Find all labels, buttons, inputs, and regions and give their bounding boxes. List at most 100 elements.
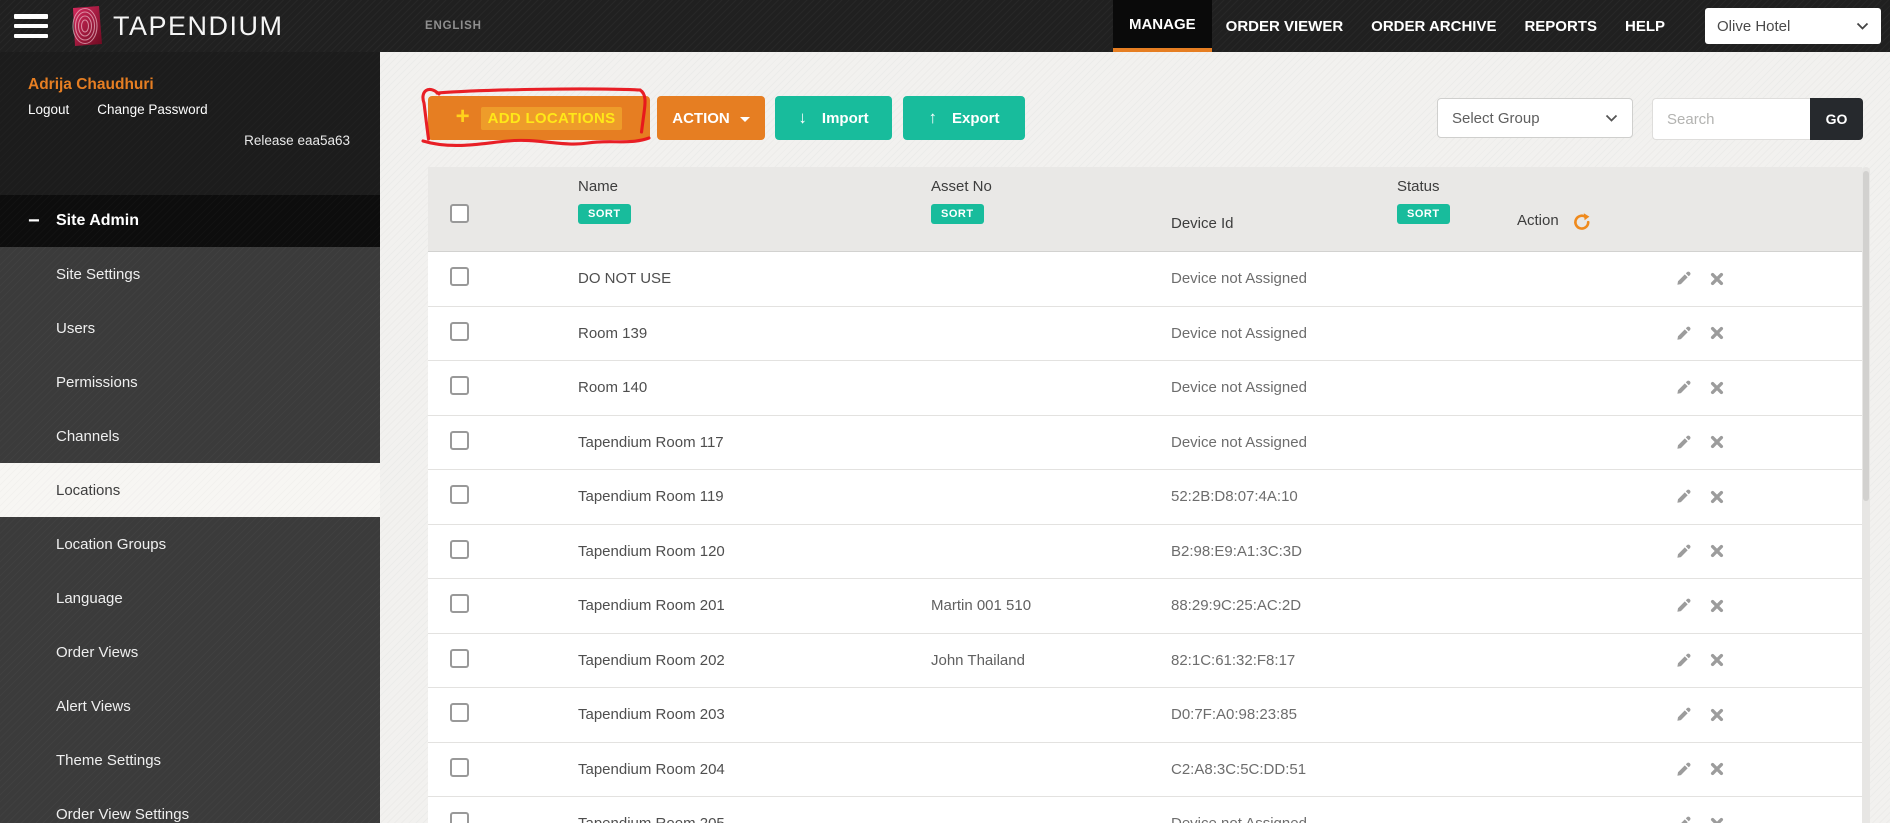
delete-icon[interactable] (1710, 326, 1724, 340)
top-nav-item[interactable]: ORDER ARCHIVE (1357, 0, 1510, 52)
sidebar-item[interactable]: Site Settings (0, 247, 380, 301)
row-checkbox[interactable] (450, 539, 469, 559)
delete-icon[interactable] (1710, 817, 1724, 823)
device-id: 52:2B:D8:07:4A:10 (1171, 488, 1298, 506)
location-name: Tapendium Room 202 (578, 651, 725, 669)
device-id: Device not Assigned (1171, 815, 1397, 823)
row-checkbox[interactable] (450, 594, 469, 614)
add-locations-label: ADD LOCATIONS (480, 106, 623, 130)
column-asset-no: Asset No (931, 178, 992, 195)
delete-icon[interactable] (1710, 435, 1724, 449)
edit-icon[interactable] (1676, 816, 1691, 823)
sort-button-asset[interactable]: SORT (931, 204, 984, 224)
device-id: 82:1C:61:32:F8:17 (1171, 651, 1296, 669)
add-locations-button[interactable]: + ADD LOCATIONS (428, 96, 650, 140)
export-button[interactable]: ↑ Export (903, 96, 1025, 140)
collapse-icon[interactable]: − (28, 210, 56, 233)
location-name: Tapendium Room 117 (578, 433, 724, 451)
edit-icon[interactable] (1676, 653, 1691, 668)
edit-icon[interactable] (1676, 707, 1691, 722)
row-checkbox[interactable] (450, 648, 469, 668)
sidebar-item[interactable]: Language (0, 571, 380, 625)
fingerprint-icon (72, 6, 102, 46)
sidebar-item[interactable]: Channels (0, 409, 380, 463)
location-name: Room 139 (578, 324, 648, 342)
sidebar-item[interactable]: Location Groups (0, 517, 380, 571)
scrollbar-thumb[interactable] (1863, 171, 1869, 501)
table-row: Tapendium Room 120 B2:98:E9:A1:3C:3D (428, 524, 1862, 579)
action-label: ACTION (672, 109, 730, 127)
device-id: B2:98:E9:A1:3C:3D (1171, 542, 1302, 560)
sidebar-item[interactable]: Alert Views (0, 679, 380, 733)
device-id: C2:A8:3C:5C:DD:51 (1171, 760, 1307, 778)
menu-icon[interactable] (14, 14, 48, 38)
row-checkbox[interactable] (450, 485, 469, 505)
top-nav-item[interactable]: REPORTS (1510, 0, 1611, 52)
edit-icon[interactable] (1676, 489, 1691, 504)
table-row: Tapendium Room 204 C2:A8:3C:5C:DD:51 (428, 742, 1862, 797)
delete-icon[interactable] (1710, 544, 1724, 558)
table-row: Room 140 Device not Assigned (428, 361, 1862, 416)
sidebar-item[interactable]: Users (0, 301, 380, 355)
delete-icon[interactable] (1710, 762, 1724, 776)
row-checkbox[interactable] (450, 321, 469, 341)
sidebar-item[interactable]: Order Views (0, 625, 380, 679)
table-body: DO NOT USE Device not Assigned Room 139 … (428, 252, 1862, 823)
chevron-down-icon (1856, 22, 1869, 30)
group-select[interactable]: Select Group (1437, 98, 1633, 138)
delete-icon[interactable] (1710, 381, 1724, 395)
sort-button-status[interactable]: SORT (1397, 204, 1450, 224)
asset-no: John Thailand (931, 651, 1025, 669)
column-action: Action (1517, 212, 1559, 229)
sidebar-item[interactable]: Locations (0, 463, 380, 517)
row-checkbox[interactable] (450, 757, 469, 777)
select-all-checkbox[interactable] (450, 204, 469, 223)
sidebar: Adrija Chaudhuri Logout Change Password … (0, 52, 380, 823)
delete-icon[interactable] (1710, 272, 1724, 286)
delete-icon[interactable] (1710, 490, 1724, 504)
top-nav-item[interactable]: ORDER VIEWER (1212, 0, 1358, 52)
upload-arrow-icon: ↑ (928, 108, 937, 127)
column-device-id: Device Id (1171, 215, 1234, 232)
sidebar-item[interactable]: Permissions (0, 355, 380, 409)
release-label: Release eaa5a63 (244, 133, 350, 148)
top-nav-item[interactable]: HELP (1611, 0, 1679, 52)
import-button[interactable]: ↓ Import (775, 96, 892, 140)
language-label[interactable]: ENGLISH (425, 20, 482, 32)
row-checkbox[interactable] (450, 812, 469, 823)
device-id: Device not Assigned (1171, 270, 1307, 288)
table-row: Tapendium Room 201 Martin 001 510 88:29:… (428, 579, 1862, 634)
row-checkbox[interactable] (450, 430, 469, 450)
top-nav-item[interactable]: MANAGE (1112, 0, 1212, 52)
edit-icon[interactable] (1676, 544, 1691, 559)
sort-button-name[interactable]: SORT (578, 204, 631, 224)
edit-icon[interactable] (1676, 380, 1691, 395)
row-checkbox[interactable] (450, 267, 469, 287)
edit-icon[interactable] (1676, 326, 1691, 341)
edit-icon[interactable] (1676, 271, 1691, 286)
delete-icon[interactable] (1710, 653, 1724, 667)
table-scrollbar[interactable] (1862, 167, 1870, 823)
row-checkbox[interactable] (450, 703, 469, 723)
search-input[interactable] (1652, 98, 1810, 140)
sidebar-section-site-admin[interactable]: − Site Admin (0, 195, 380, 247)
edit-icon[interactable] (1676, 598, 1691, 613)
edit-icon[interactable] (1676, 435, 1691, 450)
export-label: Export (951, 109, 1000, 127)
main-content: + ADD LOCATIONS ACTION ↓ Import ↑ Export… (380, 52, 1890, 823)
change-password-link[interactable]: Change Password (97, 102, 207, 117)
delete-icon[interactable] (1710, 599, 1724, 613)
logout-link[interactable]: Logout (28, 102, 69, 117)
location-name: Tapendium Room 119 (578, 488, 724, 506)
row-checkbox[interactable] (450, 376, 469, 396)
edit-icon[interactable] (1676, 762, 1691, 777)
delete-icon[interactable] (1710, 708, 1724, 722)
go-button[interactable]: GO (1810, 98, 1863, 140)
sidebar-item[interactable]: Theme Settings (0, 733, 380, 787)
refresh-icon[interactable] (1572, 212, 1592, 232)
locations-table: Name SORT Asset No SORT Device Id Status… (428, 167, 1862, 823)
action-button[interactable]: ACTION (657, 96, 765, 140)
column-name: Name (578, 178, 619, 195)
hotel-select[interactable]: Olive Hotel (1705, 8, 1881, 44)
sidebar-item[interactable]: Order View Settings (0, 787, 380, 823)
